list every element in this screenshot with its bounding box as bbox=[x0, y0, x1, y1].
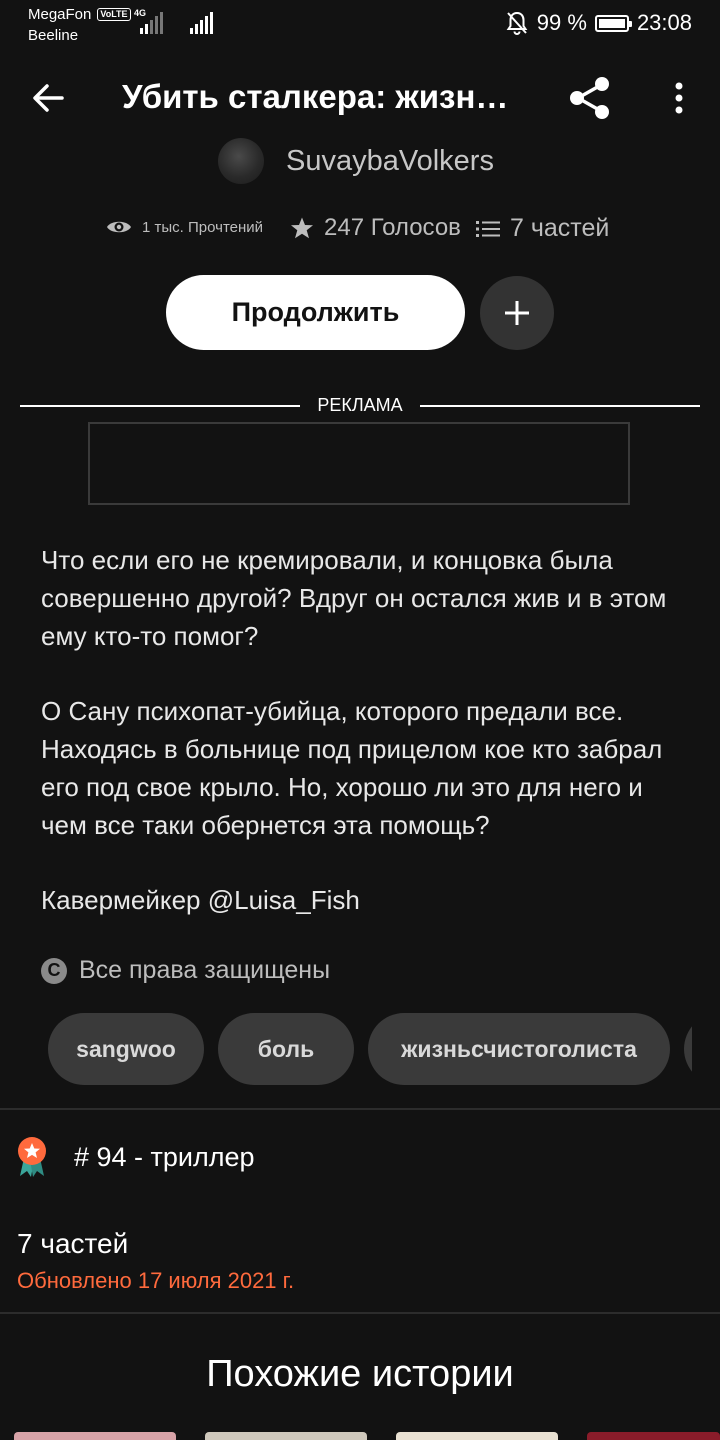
share-button[interactable] bbox=[566, 74, 614, 122]
stat-reads: 1 тыс. Прочтений bbox=[106, 218, 263, 236]
copyright-icon: C bbox=[41, 957, 67, 984]
copyright-row: C Все права защищены bbox=[41, 956, 330, 985]
top-app-bar: Убить сталкера: жизнь… bbox=[0, 56, 720, 136]
ranking-row[interactable]: # 94 - триллер bbox=[16, 1136, 255, 1178]
similar-story-cover[interactable] bbox=[396, 1432, 558, 1440]
status-right: 99 % 23:08 bbox=[505, 10, 692, 36]
description-paragraph: О Сану психопат-убийца, которого предали… bbox=[41, 696, 663, 840]
ranking-text[interactable]: # 94 - триллер bbox=[74, 1142, 255, 1173]
battery-fill bbox=[598, 18, 625, 28]
volte-badge: VoLTE bbox=[97, 8, 131, 21]
status-bar: MegaFon VoLTE Beeline 4G 99 % 23:08 bbox=[0, 0, 720, 50]
parts-count: 7 частей bbox=[510, 214, 610, 242]
author-name[interactable]: SuvaybaVolkers bbox=[286, 145, 494, 178]
description-paragraph: Кавермейкер @Luisa_Fish bbox=[41, 885, 360, 915]
carrier-info: MegaFon VoLTE Beeline bbox=[28, 4, 131, 46]
story-title: Убить сталкера: жизнь… bbox=[122, 78, 522, 115]
tag-chip[interactable]: жизньсчистоголиста bbox=[368, 1013, 670, 1085]
eye-icon bbox=[107, 221, 131, 233]
tag-chip[interactable]: боль bbox=[218, 1013, 354, 1085]
tag-chip-partial[interactable] bbox=[684, 1013, 692, 1085]
similar-story-cover[interactable] bbox=[205, 1432, 367, 1440]
star-icon bbox=[291, 217, 313, 239]
copyright-text: Все права защищены bbox=[79, 956, 331, 984]
battery-icon bbox=[594, 14, 632, 32]
more-options-button[interactable] bbox=[664, 78, 694, 118]
award-badge-icon bbox=[18, 1137, 46, 1177]
ad-divider: РЕКЛАМА bbox=[20, 395, 700, 417]
parts-total[interactable]: 7 частей bbox=[17, 1228, 128, 1260]
add-to-library-button[interactable] bbox=[480, 276, 554, 350]
updated-date: Обновлено 17 июля 2021 г. bbox=[17, 1268, 295, 1293]
share-icon bbox=[570, 77, 609, 119]
story-stats: 1 тыс. Прочтений 247 Голосов 7 частей bbox=[0, 210, 720, 250]
mute-bell-icon bbox=[506, 11, 528, 35]
signal-icon bbox=[140, 10, 163, 34]
similar-story-cover[interactable] bbox=[587, 1432, 720, 1440]
section-divider bbox=[0, 1108, 720, 1110]
stat-parts[interactable]: 7 частей bbox=[476, 214, 609, 243]
tag-list[interactable]: sangwoo боль жизньсчистоголиста bbox=[48, 1013, 692, 1085]
battery-percent: 99 % bbox=[536, 10, 587, 35]
author-avatar[interactable] bbox=[218, 138, 264, 184]
similar-story-cover[interactable] bbox=[14, 1432, 176, 1440]
section-divider bbox=[0, 1312, 720, 1314]
tag-chip[interactable]: sangwoo bbox=[48, 1013, 204, 1085]
story-description: Что если его не кремировали, и концовка … bbox=[41, 541, 691, 956]
back-arrow-icon bbox=[33, 84, 64, 112]
ad-banner[interactable] bbox=[88, 422, 630, 505]
votes-count: 247 Голосов bbox=[324, 214, 461, 241]
similar-stories-title: Похожие истории bbox=[206, 1353, 514, 1395]
divider-line bbox=[420, 405, 700, 407]
back-button[interactable] bbox=[28, 78, 68, 118]
author-row[interactable]: SuvaybaVolkers bbox=[218, 138, 494, 184]
continue-reading-button[interactable]: Продолжить bbox=[166, 275, 465, 350]
reads-count: 1 тыс. Прочтений bbox=[142, 218, 264, 236]
signal-icon bbox=[190, 10, 213, 34]
list-icon bbox=[476, 220, 500, 237]
carrier-1: MegaFon bbox=[28, 6, 92, 23]
more-vert-icon bbox=[675, 82, 683, 114]
plus-icon bbox=[505, 301, 529, 325]
description-paragraph: Что если его не кремировали, и концовка … bbox=[41, 545, 667, 651]
carrier-2: Beeline bbox=[28, 27, 79, 44]
clock: 23:08 bbox=[636, 10, 692, 35]
stat-votes: 247 Голосов bbox=[290, 214, 461, 242]
